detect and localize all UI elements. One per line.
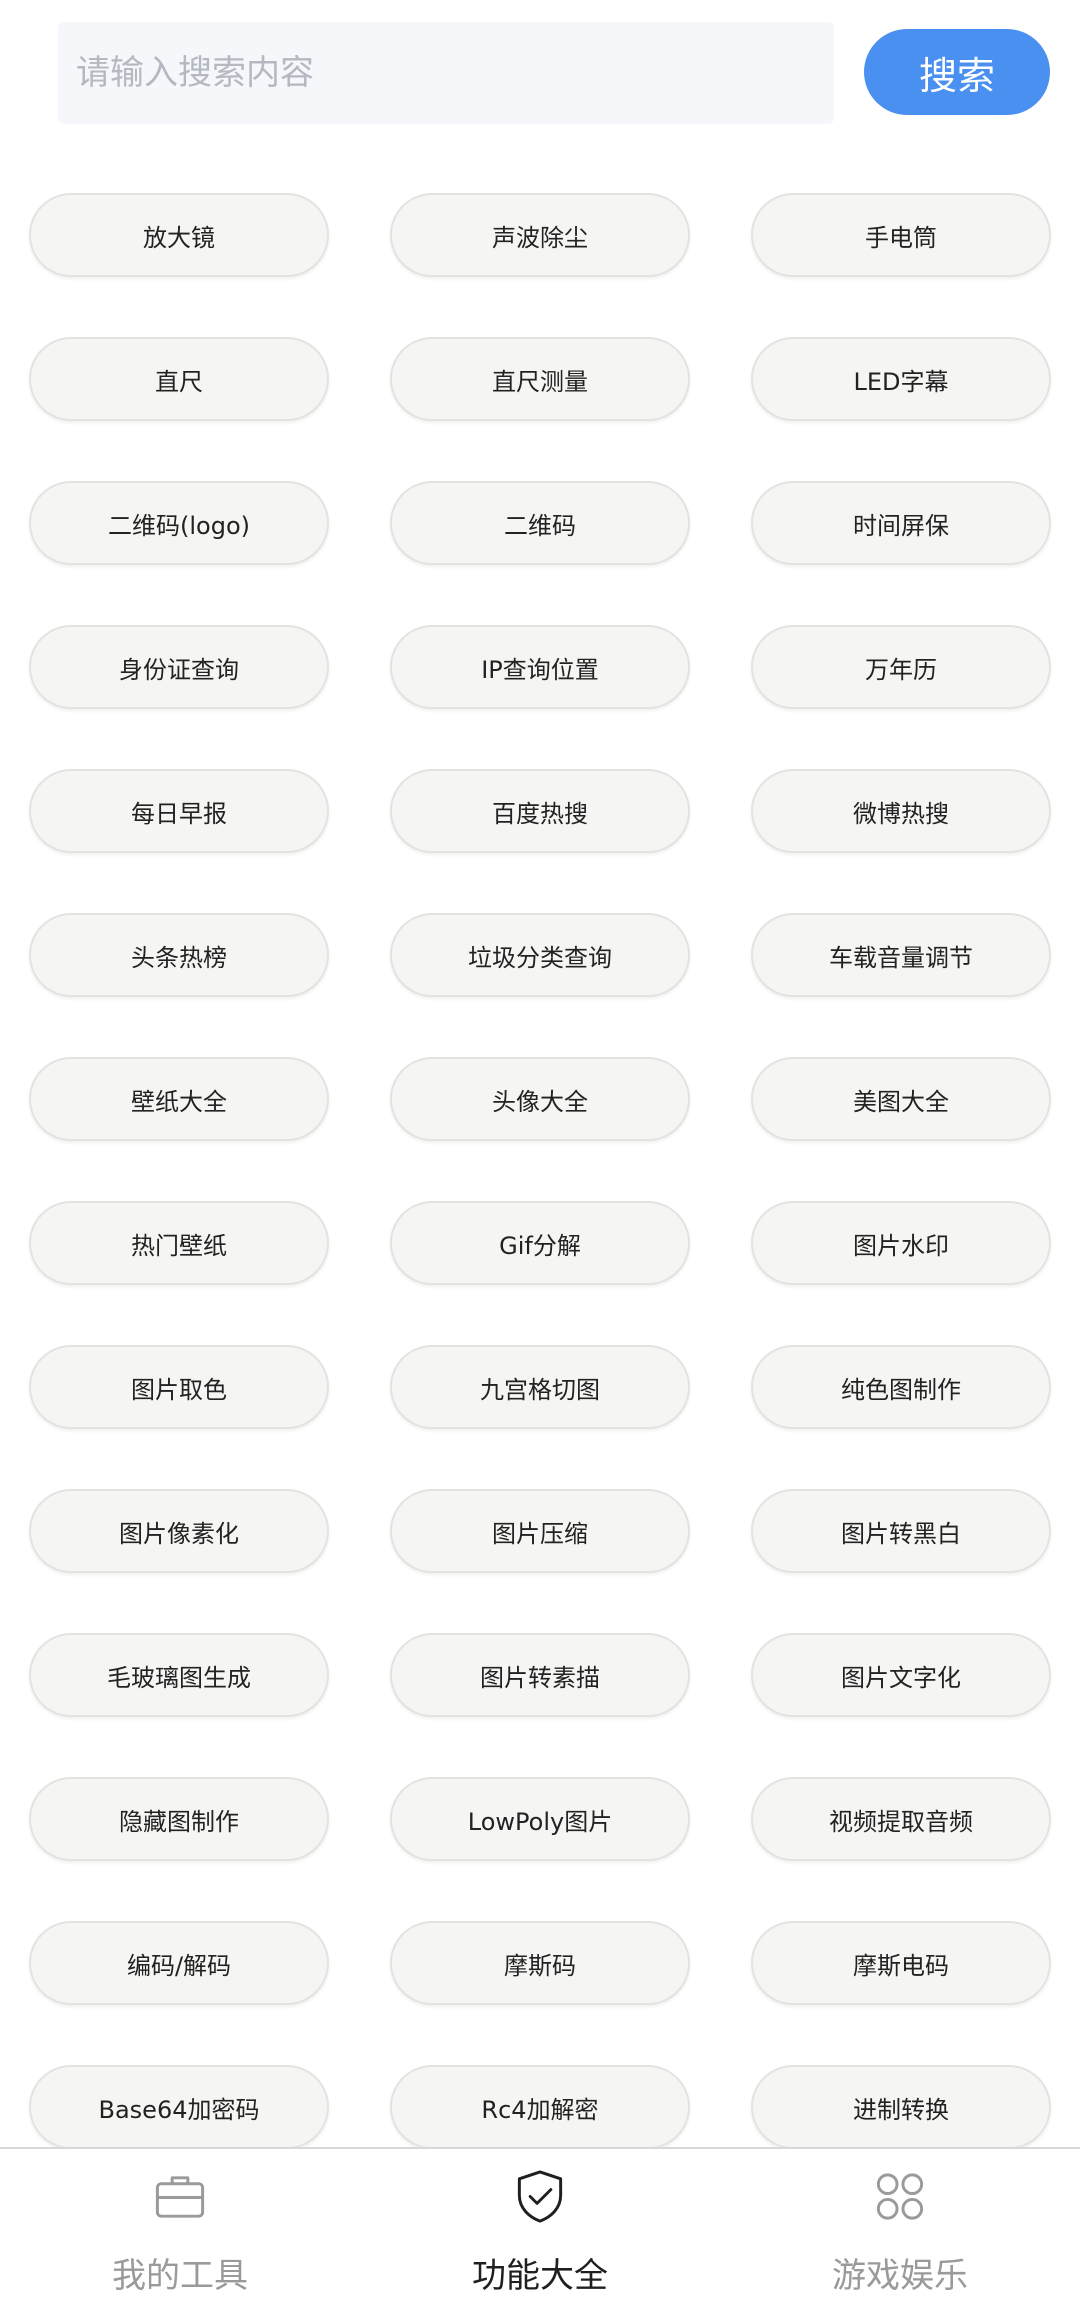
- tool-button[interactable]: 图片水印: [751, 1201, 1051, 1285]
- tool-button[interactable]: 编码/解码: [29, 1921, 329, 2005]
- tool-button[interactable]: 每日早报: [29, 769, 329, 853]
- tool-button[interactable]: 头像大全: [390, 1057, 690, 1141]
- tool-button[interactable]: 隐藏图制作: [29, 1777, 329, 1861]
- bottom-navigation: 我的工具 功能大全 游戏娱乐: [0, 2147, 1080, 2297]
- tool-button[interactable]: Rc4加解密: [390, 2065, 690, 2149]
- tool-button[interactable]: Base64加密码: [29, 2065, 329, 2149]
- tool-button[interactable]: 放大镜: [29, 193, 329, 277]
- tool-button[interactable]: 图片转素描: [390, 1633, 690, 1717]
- tool-button[interactable]: 手电筒: [751, 193, 1051, 277]
- tool-button[interactable]: LowPoly图片: [390, 1777, 690, 1861]
- grid-apps-icon: [876, 2173, 924, 2220]
- tool-button[interactable]: 毛玻璃图生成: [29, 1633, 329, 1717]
- tool-button[interactable]: 万年历: [751, 625, 1051, 709]
- search-input[interactable]: [58, 22, 834, 124]
- tool-button[interactable]: 视频提取音频: [751, 1777, 1051, 1861]
- tool-button[interactable]: 声波除尘: [390, 193, 690, 277]
- tool-button[interactable]: 摩斯码: [390, 1921, 690, 2005]
- tool-button[interactable]: 图片取色: [29, 1345, 329, 1429]
- nav-tab-my-tools[interactable]: 我的工具: [0, 2149, 360, 2297]
- tool-button[interactable]: IP查询位置: [390, 625, 690, 709]
- tool-button[interactable]: 纯色图制作: [751, 1345, 1051, 1429]
- tool-button[interactable]: 图片像素化: [29, 1489, 329, 1573]
- tool-button[interactable]: 直尺: [29, 337, 329, 421]
- tool-button[interactable]: 摩斯电码: [751, 1921, 1051, 2005]
- tool-button[interactable]: 进制转换: [751, 2065, 1051, 2149]
- tool-button[interactable]: 时间屏保: [751, 481, 1051, 565]
- tool-button[interactable]: 微博热搜: [751, 769, 1051, 853]
- tool-button[interactable]: 垃圾分类查询: [390, 913, 690, 997]
- tool-button[interactable]: 热门壁纸: [29, 1201, 329, 1285]
- nav-label: 功能大全: [472, 2256, 608, 2296]
- nav-tab-all-features[interactable]: 功能大全: [360, 2149, 720, 2297]
- briefcase-icon: [155, 2176, 205, 2218]
- shield-check-icon: [517, 2170, 563, 2223]
- tool-button[interactable]: Gif分解: [390, 1201, 690, 1285]
- app-root: 搜索 放大镜声波除尘手电筒直尺直尺测量 LED字幕二维码(logo) 二维码时间屏保…: [0, 0, 1080, 2297]
- tool-button[interactable]: 图片转黑白: [751, 1489, 1051, 1573]
- tool-button[interactable]: 图片文字化: [751, 1633, 1051, 1717]
- tool-button[interactable]: 身份证查询: [29, 625, 329, 709]
- nav-tab-games[interactable]: 游戏娱乐: [720, 2149, 1080, 2297]
- search-button[interactable]: 搜索: [864, 29, 1050, 115]
- tool-button[interactable]: 九宫格切图: [390, 1345, 690, 1429]
- tool-button[interactable]: 二维码: [390, 481, 690, 565]
- tool-button[interactable]: 图片压缩: [390, 1489, 690, 1573]
- tool-button[interactable]: 二维码(logo): [29, 481, 329, 565]
- tools-grid: 放大镜 声波除尘 手电筒直尺 直尺测量 LED字幕二维码(logo) 二维码 时间屏保身份证…: [29, 193, 1051, 2149]
- tool-button[interactable]: LED字幕: [751, 337, 1051, 421]
- tool-button[interactable]: 直尺测量: [390, 337, 690, 421]
- search-bar: 搜索: [58, 22, 1060, 124]
- tool-button[interactable]: 壁纸大全: [29, 1057, 329, 1141]
- tool-button[interactable]: 车载音量调节: [751, 913, 1051, 997]
- tool-button[interactable]: 头条热榜: [29, 913, 329, 997]
- tool-button[interactable]: 美图大全: [751, 1057, 1051, 1141]
- nav-label: 游戏娱乐: [832, 2256, 968, 2296]
- nav-label: 我的工具: [112, 2256, 248, 2296]
- tool-button[interactable]: 百度热搜: [390, 769, 690, 853]
